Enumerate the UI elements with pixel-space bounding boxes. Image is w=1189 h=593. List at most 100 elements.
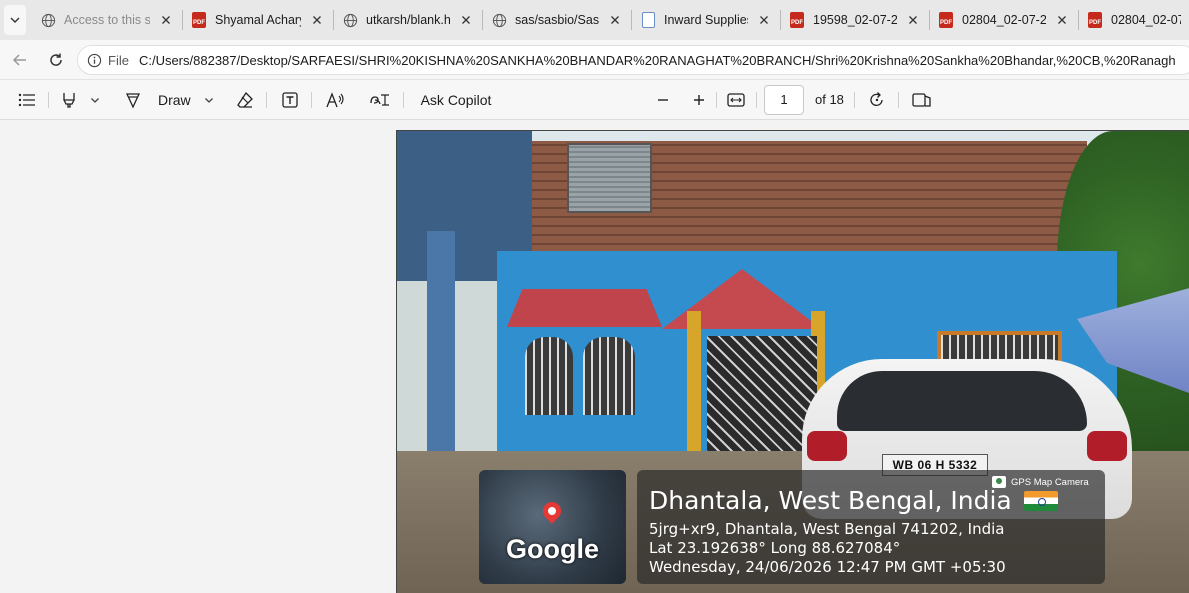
tab-4[interactable]: sas/sasbio/Sas/In — [483, 0, 631, 40]
close-icon[interactable] — [458, 12, 474, 28]
fit-to-width-button[interactable] — [724, 88, 748, 112]
close-icon[interactable] — [1054, 12, 1070, 28]
fit-width-icon — [727, 93, 745, 107]
globe-icon — [342, 12, 358, 28]
datetime-line: Wednesday, 24/06/2026 12:47 PM GMT +05:3… — [649, 558, 1006, 576]
close-icon[interactable] — [158, 12, 174, 28]
toolbar-divider — [403, 92, 404, 108]
close-icon[interactable] — [905, 12, 921, 28]
tab-title: sas/sasbio/Sas/In — [515, 13, 599, 27]
tab-1[interactable]: Access to this site — [32, 0, 182, 40]
photo-shutter — [567, 143, 652, 213]
tab-title: Inward Supplies A — [664, 13, 748, 27]
toolbar-divider — [311, 92, 312, 108]
pdf-page[interactable]: WB 06 H 5332 Google GPS Map Camera Dhant… — [396, 130, 1189, 593]
read-aloud-icon — [326, 92, 344, 108]
toolbar-divider — [898, 92, 899, 108]
rotate-button[interactable] — [866, 88, 888, 112]
zoom-out-button[interactable] — [652, 88, 674, 112]
close-icon[interactable] — [309, 12, 325, 28]
gps-info-panel: GPS Map Camera Dhantala, West Bengal, In… — [637, 470, 1105, 584]
tab-title: 19598_02-07-202 — [813, 13, 897, 27]
tab-title: Access to this site — [64, 13, 150, 27]
google-logo: Google — [506, 534, 599, 564]
tab-2[interactable]: PDF Shyamal Acharya — [183, 0, 333, 40]
photo-red-roof — [507, 289, 662, 327]
tab-actions-button[interactable] — [4, 5, 26, 35]
tab-strip: Access to this site PDF Shyamal Acharya utk… — [0, 0, 1189, 40]
page-total-label: of 18 — [815, 92, 844, 107]
globe-icon — [40, 12, 56, 28]
back-button[interactable] — [2, 44, 38, 76]
draw-label: Draw — [158, 92, 191, 108]
minus-icon — [658, 99, 668, 101]
map-pin-icon — [539, 498, 565, 524]
photo-window — [525, 337, 573, 415]
tab-title: 02804_02-07-202 — [962, 13, 1046, 27]
tab-title: 02804_02-07- — [1111, 13, 1181, 27]
page-number-input[interactable]: 1 — [764, 85, 804, 115]
photo-car-window — [837, 371, 1087, 431]
refresh-button[interactable] — [38, 44, 74, 76]
translate-icon — [370, 94, 389, 106]
erase-button[interactable] — [234, 88, 256, 112]
toolbar-divider — [48, 92, 49, 108]
read-aloud-button[interactable] — [324, 88, 346, 112]
ask-copilot-label: Ask Copilot — [420, 92, 492, 108]
chevron-down-icon — [91, 98, 99, 103]
chevron-down-icon — [205, 98, 213, 103]
tab-8[interactable]: PDF 02804_02-07- — [1079, 0, 1189, 40]
pdf-icon: PDF — [191, 12, 207, 28]
close-icon[interactable] — [607, 12, 623, 28]
draw-button[interactable]: Draw — [124, 88, 196, 112]
address-line: 5jrg+xr9, Dhantala, West Bengal 741202, … — [649, 520, 1005, 538]
url-scheme-label: File — [108, 52, 129, 68]
address-bar[interactable]: File C:/Users/882387/Desktop/SARFAESI/SH… — [77, 45, 1189, 75]
draw-options-button[interactable] — [200, 88, 218, 112]
list-icon — [18, 93, 35, 107]
toolbar-divider — [266, 92, 267, 108]
location-title-text: Dhantala, West Bengal, India — [649, 486, 1012, 515]
url-text[interactable]: C:/Users/882387/Desktop/SARFAESI/SHRI%20… — [139, 53, 1176, 68]
refresh-icon — [50, 53, 62, 66]
tab-title: Shyamal Acharya — [215, 13, 301, 27]
photo-taillight — [807, 431, 847, 461]
contents-button[interactable] — [16, 88, 38, 112]
page-view-button[interactable] — [910, 88, 934, 112]
photo-taillight — [1087, 431, 1127, 461]
ask-copilot-button[interactable]: Ask Copilot — [414, 88, 498, 112]
location-title: Dhantala, West Bengal, India — [649, 486, 1058, 515]
pdf-toolbar: Draw Ask Copilot 1 of 18 — [0, 80, 1189, 120]
coordinates-line: Lat 23.192638° Long 88.627084° — [649, 539, 901, 557]
text-box-icon — [282, 92, 298, 108]
pdf-icon: PDF — [789, 12, 805, 28]
pdf-icon: PDF — [938, 12, 954, 28]
highlight-button[interactable] — [58, 88, 80, 112]
document-icon — [640, 12, 656, 28]
photo-pillar — [427, 231, 455, 461]
page-view-icon — [912, 93, 931, 107]
toolbar-divider — [854, 92, 855, 108]
highlight-options-button[interactable] — [86, 88, 104, 112]
rotate-icon — [870, 92, 883, 106]
highlighter-icon — [63, 93, 75, 108]
chevron-down-icon — [10, 17, 20, 23]
tab-6[interactable]: PDF 19598_02-07-202 — [781, 0, 929, 40]
navigation-bar: File C:/Users/882387/Desktop/SARFAESI/SH… — [0, 40, 1189, 80]
zoom-in-button[interactable] — [688, 88, 710, 112]
pdf-icon: PDF — [1087, 12, 1103, 28]
add-text-button[interactable] — [279, 88, 301, 112]
close-icon[interactable] — [756, 12, 772, 28]
tab-7[interactable]: PDF 02804_02-07-202 — [930, 0, 1078, 40]
pdf-viewer[interactable]: WB 06 H 5332 Google GPS Map Camera Dhant… — [0, 121, 1189, 593]
info-icon[interactable] — [86, 52, 102, 68]
eraser-icon — [237, 91, 253, 108]
translate-button[interactable] — [368, 88, 392, 112]
toolbar-divider — [756, 92, 757, 108]
photo-window — [583, 337, 635, 415]
pen-icon — [125, 93, 141, 109]
photo-door-grill — [707, 336, 817, 466]
tab-5[interactable]: Inward Supplies A — [632, 0, 780, 40]
india-flag-icon — [1023, 490, 1058, 511]
tab-3[interactable]: utkarsh/blank.htm — [334, 0, 482, 40]
